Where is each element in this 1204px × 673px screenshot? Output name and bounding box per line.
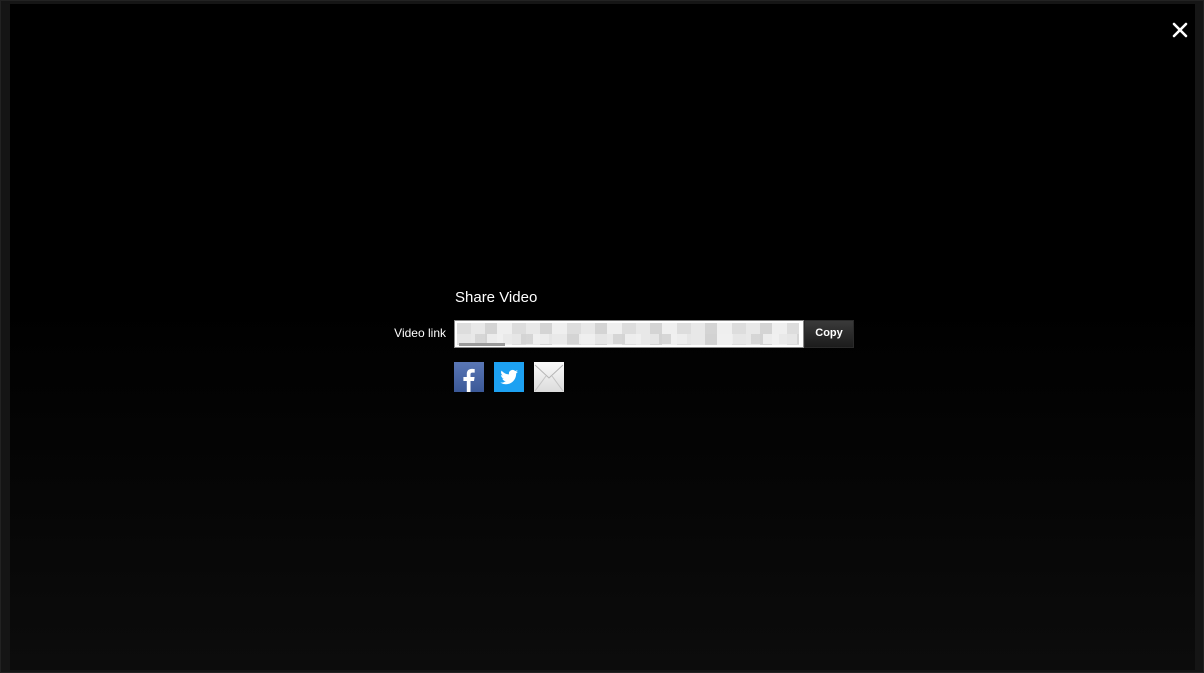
email-icon <box>534 362 564 392</box>
close-icon <box>1172 22 1188 38</box>
share-overlay: Share Video Video link Copy <box>10 4 1195 670</box>
share-panel: Share Video Video link Copy <box>390 288 860 398</box>
redacted-link-text-row <box>457 334 799 344</box>
share-title: Share Video <box>455 289 538 306</box>
video-link-label: Video link <box>394 326 446 340</box>
twitter-share-button[interactable] <box>494 362 524 392</box>
facebook-share-button[interactable] <box>454 362 484 392</box>
close-button[interactable] <box>1168 18 1192 42</box>
copy-button[interactable]: Copy <box>804 320 854 348</box>
email-share-button[interactable] <box>534 362 564 392</box>
twitter-icon <box>494 362 524 392</box>
facebook-icon <box>454 362 484 392</box>
video-link-input[interactable] <box>454 320 804 348</box>
input-scrollbar[interactable] <box>459 343 505 346</box>
window-frame: Share Video Video link Copy <box>0 0 1204 673</box>
